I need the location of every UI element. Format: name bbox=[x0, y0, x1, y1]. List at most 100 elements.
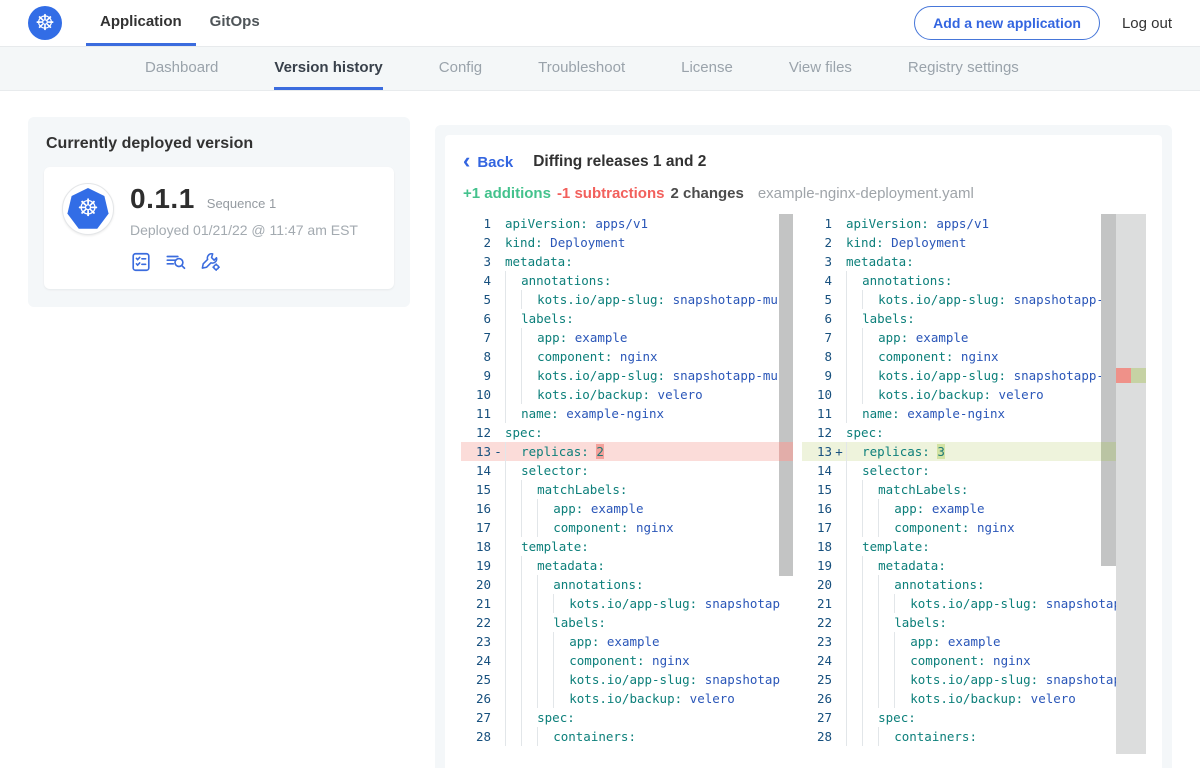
line-number: 16 bbox=[461, 499, 491, 518]
diff-marker bbox=[832, 556, 846, 575]
diff-marker bbox=[832, 499, 846, 518]
code-line: 11 name: example-nginx bbox=[802, 404, 1146, 423]
code-text: metadata: bbox=[505, 252, 793, 271]
diff-marker bbox=[832, 271, 846, 290]
code-text: kind: Deployment bbox=[505, 233, 793, 252]
code-text: containers: bbox=[505, 727, 793, 746]
line-number: 11 bbox=[461, 404, 491, 423]
line-number: 12 bbox=[461, 423, 491, 442]
code-text: kots.io/app-slug: snapshotap bbox=[846, 670, 1146, 689]
code-line: 23 app: example bbox=[461, 632, 793, 651]
version-number: 0.1.1 bbox=[130, 183, 195, 215]
code-line: 3metadata: bbox=[461, 252, 793, 271]
subtab-view-files[interactable]: View files bbox=[789, 47, 852, 90]
line-number: 3 bbox=[802, 252, 832, 271]
code-text: apiVersion: apps/v1 bbox=[505, 214, 793, 233]
back-link[interactable]: ‹ Back bbox=[463, 154, 513, 171]
release-notes-checklist-icon[interactable] bbox=[130, 251, 152, 273]
chevron-left-icon: ‹ bbox=[463, 154, 470, 168]
code-line: 14 selector: bbox=[461, 461, 793, 480]
diff-marker bbox=[491, 689, 505, 708]
line-number: 20 bbox=[802, 575, 832, 594]
scrollbar-thumb[interactable] bbox=[779, 214, 793, 576]
line-number: 18 bbox=[461, 537, 491, 556]
scrollbar-thumb[interactable] bbox=[1101, 214, 1116, 566]
code-line: 17 component: nginx bbox=[802, 518, 1146, 537]
line-number: 20 bbox=[461, 575, 491, 594]
diff-marker: - bbox=[491, 442, 505, 461]
diff-title: Diffing releases 1 and 2 bbox=[533, 153, 706, 171]
deployed-version-panel: ☸ 0.1.1 Sequence 1 Deployed 01/21/22 @ 1… bbox=[44, 167, 394, 289]
code-text: spec: bbox=[505, 708, 793, 727]
line-number: 1 bbox=[802, 214, 832, 233]
line-number: 8 bbox=[802, 347, 832, 366]
code-line: 9 kots.io/app-slug: snapshotapp-mu bbox=[802, 366, 1146, 385]
subtab-registry-settings[interactable]: Registry settings bbox=[908, 47, 1019, 90]
code-line-changed: 13+ replicas: 3 bbox=[802, 442, 1146, 461]
subtab-version-history[interactable]: Version history bbox=[274, 47, 382, 90]
diff-marker bbox=[832, 613, 846, 632]
line-number: 26 bbox=[802, 689, 832, 708]
line-number: 19 bbox=[802, 556, 832, 575]
code-line: 28 containers: bbox=[802, 727, 1146, 746]
line-number: 10 bbox=[461, 385, 491, 404]
line-number: 4 bbox=[461, 271, 491, 290]
diff-marker: + bbox=[832, 442, 846, 461]
code-line: 22 labels: bbox=[802, 613, 1146, 632]
code-line: 4 annotations: bbox=[461, 271, 793, 290]
line-number: 24 bbox=[461, 651, 491, 670]
kubernetes-heptagon-icon: ☸ bbox=[67, 188, 109, 230]
add-new-application-button[interactable]: Add a new application bbox=[914, 6, 1100, 40]
line-number: 22 bbox=[802, 613, 832, 632]
code-line: 28 containers: bbox=[461, 727, 793, 746]
diff-pane-new: 1apiVersion: apps/v12kind: Deployment3me… bbox=[802, 214, 1146, 754]
code-text: matchLabels: bbox=[505, 480, 793, 499]
configure-wrench-gear-icon[interactable] bbox=[200, 251, 222, 273]
tab-application[interactable]: Application bbox=[86, 0, 196, 46]
code-line: 24 component: nginx bbox=[461, 651, 793, 670]
line-number: 22 bbox=[461, 613, 491, 632]
diff-marker bbox=[491, 613, 505, 632]
code-text: component: nginx bbox=[505, 651, 793, 670]
subtab-config[interactable]: Config bbox=[439, 47, 482, 90]
line-number: 13 bbox=[461, 442, 491, 461]
line-number: 6 bbox=[461, 309, 491, 328]
line-number: 2 bbox=[802, 233, 832, 252]
diff-marker bbox=[832, 404, 846, 423]
code-text: app: example bbox=[505, 328, 793, 347]
subtab-dashboard[interactable]: Dashboard bbox=[145, 47, 218, 90]
code-line: 12spec: bbox=[461, 423, 793, 442]
kubernetes-logo-icon: ☸ bbox=[28, 6, 62, 40]
line-number: 10 bbox=[802, 385, 832, 404]
diff-marker bbox=[491, 499, 505, 518]
code-line: 18 template: bbox=[461, 537, 793, 556]
code-line: 10 kots.io/backup: velero bbox=[461, 385, 793, 404]
line-number: 19 bbox=[461, 556, 491, 575]
diff-marker bbox=[491, 366, 505, 385]
line-number: 23 bbox=[461, 632, 491, 651]
code-line: 25 kots.io/app-slug: snapshotap bbox=[461, 670, 793, 689]
code-line: 17 component: nginx bbox=[461, 518, 793, 537]
diff-marker bbox=[832, 252, 846, 271]
line-number: 7 bbox=[802, 328, 832, 347]
code-line: 12spec: bbox=[802, 423, 1146, 442]
line-number: 12 bbox=[802, 423, 832, 442]
tab-gitops[interactable]: GitOps bbox=[196, 0, 274, 46]
diff-marker bbox=[491, 252, 505, 271]
line-number: 26 bbox=[461, 689, 491, 708]
logout-link[interactable]: Log out bbox=[1122, 15, 1172, 32]
view-logs-search-icon[interactable] bbox=[164, 251, 188, 273]
code-line: 6 labels: bbox=[802, 309, 1146, 328]
top-header: ☸ Application GitOps Add a new applicati… bbox=[0, 0, 1200, 47]
code-lines-old: 1apiVersion: apps/v12kind: Deployment3me… bbox=[461, 214, 793, 746]
line-number: 11 bbox=[802, 404, 832, 423]
subtab-troubleshoot[interactable]: Troubleshoot bbox=[538, 47, 625, 90]
line-number: 15 bbox=[802, 480, 832, 499]
diff-marker bbox=[491, 575, 505, 594]
subtab-license[interactable]: License bbox=[681, 47, 733, 90]
code-text: app: example bbox=[846, 632, 1146, 651]
diff-marker bbox=[832, 480, 846, 499]
diff-marker bbox=[832, 708, 846, 727]
code-text: selector: bbox=[505, 461, 793, 480]
code-line: 20 annotations: bbox=[461, 575, 793, 594]
